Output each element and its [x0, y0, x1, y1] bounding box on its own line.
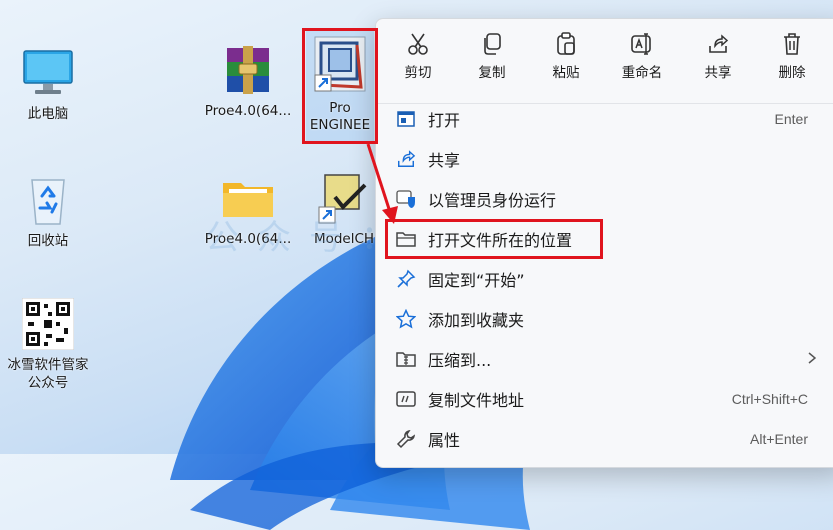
cut-button[interactable]: 剪切 [388, 29, 448, 81]
recycle-bin-icon [20, 172, 76, 228]
menu-item-shortcut: Ctrl+Shift+C [731, 391, 808, 407]
menu-item-label: 属性 [428, 431, 461, 450]
desktop-icon-label: 此电脑 [27, 106, 69, 122]
desktop-icon-label: 回收站 [27, 233, 69, 249]
paste-label: 粘贴 [552, 65, 580, 81]
cut-label: 剪切 [404, 65, 432, 81]
share-label: 共享 [704, 65, 732, 81]
annotation-arrow [366, 143, 398, 224]
star-icon [388, 309, 424, 329]
scissors-icon [388, 29, 448, 59]
desktop-icon-label: 冰雪软件管家 公众号 [7, 357, 89, 391]
rename-label: 重命名 [621, 65, 663, 81]
copy-icon [462, 29, 522, 59]
copy-label: 复制 [478, 65, 506, 81]
menu-item-compress-to[interactable]: 压缩到... [384, 341, 833, 377]
menu-item-label: 添加到收藏夹 [428, 311, 525, 330]
menu-item-run-as-admin[interactable]: 以管理员身份运行 [384, 181, 833, 217]
wrench-icon [388, 429, 424, 449]
qr-code-icon [20, 296, 76, 352]
rename-icon [612, 29, 672, 59]
delete-label: 删除 [778, 65, 806, 81]
menu-item-shortcut: Enter [774, 111, 808, 127]
menu-item-label: 固定到“开始” [428, 271, 525, 290]
context-menu-toolbar: 剪切 复制 粘贴 重命名 共享 删除 [376, 19, 833, 95]
share-button[interactable]: 共享 [688, 29, 748, 81]
menu-item-label: 共享 [428, 151, 461, 170]
app-window-icon [388, 111, 424, 127]
share-icon [688, 29, 748, 59]
zip-folder-icon [388, 350, 424, 368]
menu-item-label: 打开 [428, 111, 461, 130]
desktop-icon-label: ModelCH [313, 231, 375, 247]
menu-item-pin-to-start[interactable]: 固定到“开始” [384, 261, 833, 297]
menu-item-label: 复制文件地址 [428, 391, 525, 410]
desktop-icon-proe-archive[interactable]: Proe4.0(64... [200, 42, 296, 120]
desktop-icon-label: Proe4.0(64... [204, 103, 292, 119]
menu-item-properties[interactable]: 属性 Alt+Enter [384, 421, 833, 457]
desktop-icon-this-pc[interactable]: 此电脑 [0, 45, 96, 123]
menu-item-label: 以管理员身份运行 [428, 191, 557, 210]
desktop-icon-qr-code[interactable]: 冰雪软件管家 公众号 [0, 296, 96, 392]
annotation-box-shortcut [302, 28, 378, 144]
rename-button[interactable]: 重命名 [612, 29, 672, 81]
delete-button[interactable]: 删除 [762, 29, 822, 81]
pin-icon [388, 269, 424, 289]
menu-item-add-to-favorites[interactable]: 添加到收藏夹 [384, 301, 833, 337]
paste-button[interactable]: 粘贴 [536, 29, 596, 81]
winrar-archive-icon [220, 42, 276, 98]
desktop-icon-recycle-bin[interactable]: 回收站 [0, 172, 96, 250]
copy-path-icon [388, 390, 424, 408]
copy-button[interactable]: 复制 [462, 29, 522, 81]
folder-icon [220, 170, 276, 226]
menu-item-copy-file-path[interactable]: 复制文件地址 Ctrl+Shift+C [384, 381, 833, 417]
chevron-right-icon [808, 351, 817, 367]
annotation-box-open-location [385, 219, 603, 259]
menu-item-share[interactable]: 共享 [384, 141, 833, 177]
menu-item-label: 压缩到... [428, 351, 492, 370]
menu-item-open[interactable]: 打开 Enter [384, 101, 833, 137]
desktop-icon-proe-folder[interactable]: Proe4.0(64... [200, 170, 296, 248]
trash-icon [762, 29, 822, 59]
menu-item-shortcut: Alt+Enter [750, 431, 808, 447]
paste-icon [536, 29, 596, 59]
monitor-icon [20, 45, 76, 101]
desktop-icon-label: Proe4.0(64... [204, 231, 292, 247]
